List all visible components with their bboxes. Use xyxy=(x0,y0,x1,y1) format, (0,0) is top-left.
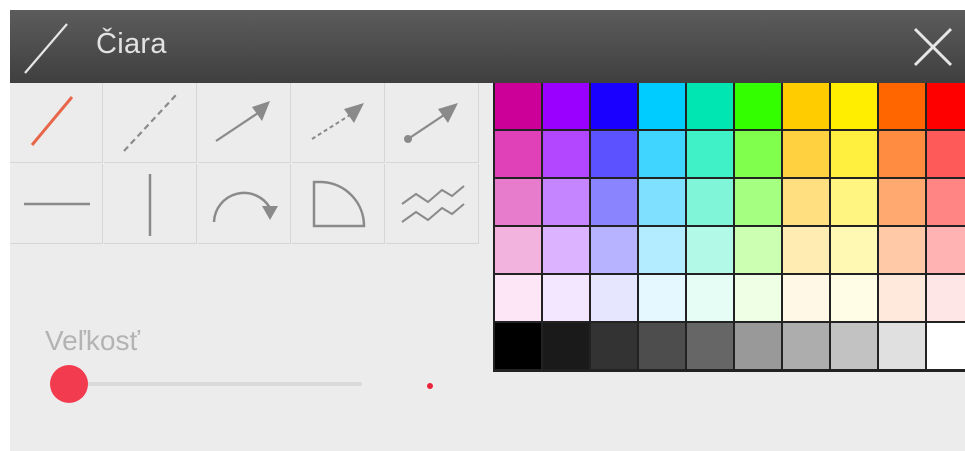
close-icon[interactable] xyxy=(910,24,956,70)
color-swatch[interactable] xyxy=(783,323,829,369)
color-swatch[interactable] xyxy=(687,83,733,129)
color-swatch[interactable] xyxy=(591,131,637,177)
color-swatch[interactable] xyxy=(927,179,965,225)
color-swatch[interactable] xyxy=(879,323,925,369)
color-swatch[interactable] xyxy=(927,323,965,369)
line-icon xyxy=(24,23,68,74)
color-swatch[interactable] xyxy=(687,227,733,273)
tool-line-vertical[interactable] xyxy=(104,164,197,244)
color-swatch[interactable] xyxy=(735,323,781,369)
color-swatch[interactable] xyxy=(639,227,685,273)
color-swatch[interactable] xyxy=(591,323,637,369)
tool-line-horizontal[interactable] xyxy=(10,164,103,244)
color-swatch[interactable] xyxy=(735,131,781,177)
color-swatch[interactable] xyxy=(783,275,829,321)
color-swatch[interactable] xyxy=(495,323,541,369)
color-swatch[interactable] xyxy=(639,275,685,321)
color-swatch[interactable] xyxy=(831,131,877,177)
line-dashed-icon xyxy=(123,94,177,152)
color-swatch[interactable] xyxy=(687,323,733,369)
horizontal-line-icon xyxy=(24,202,90,206)
color-swatch[interactable] xyxy=(831,323,877,369)
tool-arrow-dashed[interactable] xyxy=(292,83,385,163)
arrow-dashed-icon xyxy=(311,103,364,140)
color-swatch[interactable] xyxy=(735,275,781,321)
window-title: Čiara xyxy=(96,28,167,60)
color-swatch[interactable] xyxy=(495,227,541,273)
line-solid-icon xyxy=(30,96,74,146)
tool-quarter-circle[interactable] xyxy=(292,164,385,244)
arrow-dot-start-icon xyxy=(404,103,458,143)
color-swatch[interactable] xyxy=(591,83,637,129)
size-label: Veľkosť xyxy=(45,325,140,356)
color-swatch[interactable] xyxy=(495,275,541,321)
color-swatch[interactable] xyxy=(687,275,733,321)
color-swatch[interactable] xyxy=(591,179,637,225)
color-swatch[interactable] xyxy=(735,227,781,273)
color-swatch[interactable] xyxy=(591,227,637,273)
color-swatch[interactable] xyxy=(783,83,829,129)
color-swatch[interactable] xyxy=(927,83,965,129)
color-swatch[interactable] xyxy=(927,227,965,273)
color-swatch[interactable] xyxy=(927,131,965,177)
color-swatch[interactable] xyxy=(639,179,685,225)
color-swatch[interactable] xyxy=(735,83,781,129)
tool-zigzag[interactable] xyxy=(386,164,479,244)
color-swatch[interactable] xyxy=(543,83,589,129)
arc-arrow-icon xyxy=(212,191,278,223)
color-swatch[interactable] xyxy=(831,83,877,129)
color-swatch[interactable] xyxy=(543,323,589,369)
color-swatch[interactable] xyxy=(879,227,925,273)
color-swatch[interactable] xyxy=(543,131,589,177)
color-swatch[interactable] xyxy=(543,179,589,225)
line-tool-panel: Čiara Veľkosť xyxy=(10,10,965,451)
size-slider-thumb[interactable] xyxy=(50,365,88,403)
color-swatch[interactable] xyxy=(543,275,589,321)
size-preview-dot xyxy=(427,383,433,389)
color-swatch[interactable] xyxy=(687,179,733,225)
color-swatch[interactable] xyxy=(879,275,925,321)
tool-arc-arrow[interactable] xyxy=(198,164,291,244)
quarter-circle-icon xyxy=(312,180,366,228)
color-swatch[interactable] xyxy=(831,227,877,273)
color-swatch[interactable] xyxy=(735,179,781,225)
color-swatch[interactable] xyxy=(639,323,685,369)
color-swatch[interactable] xyxy=(639,131,685,177)
color-swatch[interactable] xyxy=(879,179,925,225)
color-swatch[interactable] xyxy=(927,275,965,321)
color-swatch[interactable] xyxy=(879,83,925,129)
arrow-solid-icon xyxy=(215,101,270,142)
color-swatch[interactable] xyxy=(495,83,541,129)
color-palette xyxy=(493,83,965,372)
vertical-line-icon xyxy=(148,174,152,236)
title-bar: Čiara xyxy=(10,10,965,83)
color-swatch[interactable] xyxy=(495,179,541,225)
tool-line-dashed[interactable] xyxy=(104,83,197,163)
color-swatch[interactable] xyxy=(831,275,877,321)
tool-arrow-dot-start[interactable] xyxy=(386,83,479,163)
color-swatch[interactable] xyxy=(783,227,829,273)
zigzag-lines-icon xyxy=(401,185,465,223)
color-swatch[interactable] xyxy=(495,131,541,177)
color-swatch[interactable] xyxy=(783,179,829,225)
color-swatch[interactable] xyxy=(543,227,589,273)
color-swatch[interactable] xyxy=(687,131,733,177)
tool-arrow-solid[interactable] xyxy=(198,83,291,163)
size-slider-track[interactable] xyxy=(72,382,362,386)
color-swatch[interactable] xyxy=(783,131,829,177)
color-swatch[interactable] xyxy=(831,179,877,225)
color-swatch[interactable] xyxy=(639,83,685,129)
line-style-tools xyxy=(10,83,480,245)
color-swatch[interactable] xyxy=(591,275,637,321)
color-swatch[interactable] xyxy=(879,131,925,177)
tool-line-solid[interactable] xyxy=(10,83,103,163)
